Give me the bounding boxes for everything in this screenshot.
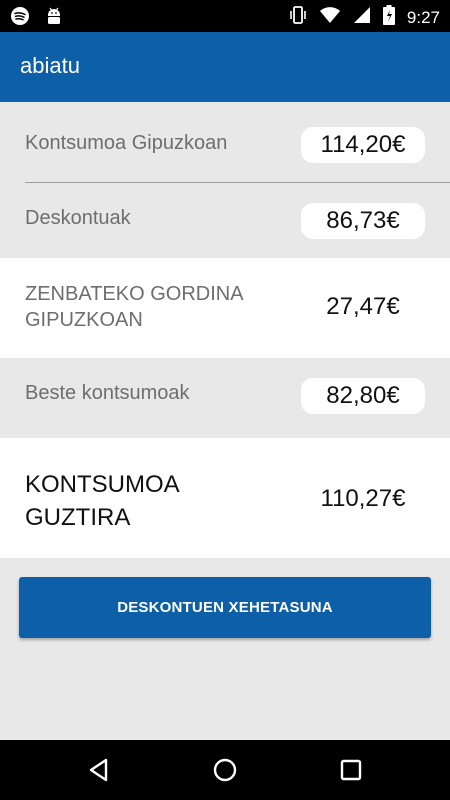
row-label: Beste kontsumoak bbox=[25, 382, 190, 404]
row-label: KONTSUMOA GUZTIRA bbox=[25, 471, 179, 531]
row-zenbateko-gordina: ZENBATEKO GORDINA GIPUZKOAN 27,47€ bbox=[0, 258, 450, 358]
clock-time: 9:27 bbox=[406, 7, 440, 27]
row-label: Kontsumoa Gipuzkoan bbox=[25, 132, 228, 154]
wifi-icon bbox=[319, 6, 341, 29]
deskontuen-xehetasuna-button[interactable]: DESKONTUEN XEHETASUNA bbox=[19, 577, 431, 638]
battery-icon bbox=[382, 5, 395, 30]
row-value: 27,47€ bbox=[326, 293, 400, 320]
status-bar: 9:27 bbox=[0, 0, 450, 32]
row-label: Deskontuak bbox=[25, 207, 131, 229]
row-label: ZENBATEKO GORDINA GIPUZKOAN bbox=[25, 283, 243, 331]
row-value: 86,73€ bbox=[301, 203, 425, 239]
recents-icon[interactable] bbox=[338, 757, 364, 788]
row-kontsumoa-guztira: KONTSUMOA GUZTIRA 110,27€ bbox=[0, 438, 450, 558]
row-value: 114,20€ bbox=[301, 127, 425, 163]
row-kontsumoa-gipuzkoan: Kontsumoa Gipuzkoan 114,20€ bbox=[0, 102, 450, 182]
signal-icon bbox=[353, 6, 371, 29]
row-beste-kontsumoak: Beste kontsumoak 82,80€ bbox=[0, 358, 450, 438]
home-icon[interactable] bbox=[212, 757, 238, 788]
android-icon bbox=[44, 6, 64, 31]
spotify-icon bbox=[10, 6, 30, 31]
row-value: 110,27€ bbox=[320, 485, 406, 512]
row-deskontuak: Deskontuak 86,73€ bbox=[0, 183, 450, 258]
app-bar: abiatu bbox=[0, 32, 450, 102]
app-title: abiatu bbox=[20, 53, 80, 78]
row-value: 82,80€ bbox=[301, 378, 425, 414]
navigation-bar bbox=[0, 740, 450, 800]
back-icon[interactable] bbox=[86, 757, 112, 788]
vibrate-icon bbox=[289, 5, 307, 30]
